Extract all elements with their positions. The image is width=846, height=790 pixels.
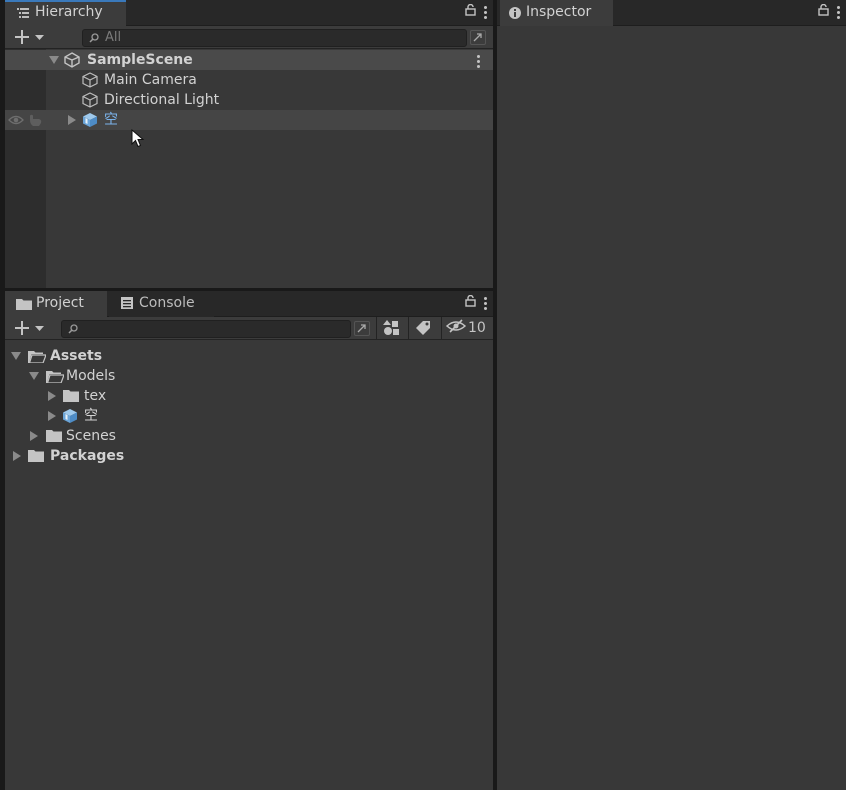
hierarchy-item-main-camera[interactable]: Main Camera xyxy=(5,70,493,90)
visibility-eye-icon[interactable] xyxy=(8,114,24,130)
tab-inspector-label: Inspector xyxy=(526,4,592,20)
add-create-button[interactable] xyxy=(14,29,46,45)
project-tab-tools xyxy=(465,294,487,311)
hierarchy-search-input[interactable]: All xyxy=(82,29,467,47)
kebab-menu-icon[interactable] xyxy=(484,5,487,19)
toolbar-separator xyxy=(441,317,442,339)
hierarchy-panel: Hierarchy All SampleScene Main Camera Di… xyxy=(5,0,493,288)
search-scene-toggle-icon[interactable] xyxy=(470,30,486,45)
filter-by-label-icon[interactable] xyxy=(416,320,431,339)
gameobject-cube-icon xyxy=(82,92,98,112)
hierarchy-item-kong[interactable]: 空 xyxy=(5,110,493,130)
tab-project[interactable]: Project xyxy=(5,291,107,317)
hidden-packages-toggle[interactable]: 10 xyxy=(445,317,486,339)
tab-inspector[interactable]: Inspector xyxy=(500,0,613,26)
lock-icon[interactable] xyxy=(818,3,829,20)
scene-name: SampleScene xyxy=(87,52,193,68)
tree-item-models[interactable]: Models xyxy=(5,366,493,386)
hierarchy-tab-tools xyxy=(465,3,487,20)
hierarchy-item-directional-light[interactable]: Directional Light xyxy=(5,90,493,110)
hierarchy-list-icon xyxy=(17,7,29,23)
lock-icon[interactable] xyxy=(465,3,476,20)
expand-arrow[interactable] xyxy=(29,372,39,380)
tab-console[interactable]: Console xyxy=(109,291,214,317)
folder-icon xyxy=(63,390,79,406)
filter-by-type-icon[interactable] xyxy=(383,320,400,340)
inspector-panel: Inspector xyxy=(497,0,846,790)
tree-item-packages[interactable]: Packages xyxy=(5,446,493,466)
kebab-menu-icon[interactable] xyxy=(837,5,840,19)
prefab-cube-icon xyxy=(61,408,79,428)
folder-open-icon xyxy=(28,350,47,367)
tree-item-label: Scenes xyxy=(66,428,116,444)
project-search-input[interactable] xyxy=(61,320,351,338)
tree-item-kong[interactable]: 空 xyxy=(5,406,493,426)
search-icon xyxy=(89,33,99,43)
folder-open-icon xyxy=(46,370,65,387)
project-tabbar: Project Console xyxy=(5,291,493,317)
search-scope-toggle-icon[interactable] xyxy=(354,321,370,336)
prefab-cube-icon xyxy=(81,112,99,132)
console-icon xyxy=(121,297,133,313)
lock-icon[interactable] xyxy=(465,294,476,311)
tree-item-scenes[interactable]: Scenes xyxy=(5,426,493,446)
scene-kebab-menu-icon[interactable] xyxy=(477,55,480,68)
pickability-hand-icon[interactable] xyxy=(27,113,43,131)
tab-active-indicator xyxy=(5,0,126,2)
tab-hierarchy[interactable]: Hierarchy xyxy=(5,0,126,26)
tab-console-label: Console xyxy=(139,295,195,311)
project-toolbar: 10 xyxy=(5,317,493,340)
expand-arrow[interactable] xyxy=(11,352,21,360)
unity-scene-icon xyxy=(64,52,80,72)
eye-slash-icon xyxy=(445,319,467,337)
toolbar-separator xyxy=(376,317,377,339)
tree-item-label: tex xyxy=(84,388,107,404)
expand-arrow[interactable] xyxy=(48,391,56,401)
mouse-cursor-icon xyxy=(131,128,145,153)
info-icon xyxy=(509,7,521,23)
tab-hierarchy-label: Hierarchy xyxy=(35,4,103,20)
expand-arrow[interactable] xyxy=(30,431,38,441)
tree-item-tex[interactable]: tex xyxy=(5,386,493,406)
search-icon xyxy=(68,324,78,334)
hierarchy-toolbar: All xyxy=(5,26,493,49)
expand-arrow[interactable] xyxy=(13,451,21,461)
expand-arrow[interactable] xyxy=(48,411,56,421)
hidden-packages-count: 10 xyxy=(468,320,486,336)
tree-item-label: Packages xyxy=(50,448,125,464)
expand-arrow[interactable] xyxy=(68,115,76,125)
search-placeholder: All xyxy=(105,30,122,45)
tree-item-assets[interactable]: Assets xyxy=(5,346,493,366)
scene-expand-arrow[interactable] xyxy=(49,56,59,64)
gameobject-cube-icon xyxy=(82,72,98,92)
kebab-menu-icon[interactable] xyxy=(484,296,487,310)
add-create-button[interactable] xyxy=(14,320,46,336)
folder-icon xyxy=(16,298,32,314)
inspector-tab-tools xyxy=(818,3,840,20)
tree-item-label: Assets xyxy=(50,348,103,364)
folder-icon xyxy=(46,430,62,446)
scene-header-row[interactable]: SampleScene xyxy=(5,50,493,70)
project-panel: Project Console 10 Assets Models tex 空 S… xyxy=(5,291,493,790)
hierarchy-item-label: 空 xyxy=(104,112,118,128)
hierarchy-item-label: Main Camera xyxy=(104,72,197,88)
hierarchy-item-label: Directional Light xyxy=(104,92,220,108)
toolbar-separator xyxy=(408,317,409,339)
hierarchy-tabbar: Hierarchy xyxy=(5,0,493,26)
tree-item-label: Models xyxy=(66,368,116,384)
inspector-tabbar: Inspector xyxy=(497,0,846,26)
tab-project-label: Project xyxy=(36,295,84,311)
tree-item-label: 空 xyxy=(84,408,98,424)
folder-icon xyxy=(28,450,44,466)
